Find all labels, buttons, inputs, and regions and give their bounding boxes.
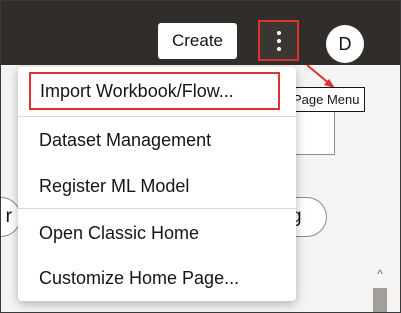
menu-item-import-workbook-flow[interactable]: Import Workbook/Flow... <box>29 72 280 110</box>
kebab-vertical-icon-dot <box>277 39 281 43</box>
menu-divider <box>18 208 296 209</box>
page-menu-dropdown: Import Workbook/Flow... Dataset Manageme… <box>18 67 296 301</box>
scrollbar-thumb[interactable] <box>373 288 387 312</box>
page-frame: Create D r g ^ Page Menu Import Workbook… <box>0 0 401 313</box>
menu-item-register-ml-model[interactable]: Register ML Model <box>18 163 296 209</box>
kebab-vertical-icon-dot <box>277 47 281 51</box>
background-pill-left-text: r <box>5 206 12 227</box>
create-button[interactable]: Create <box>158 23 237 59</box>
page-menu-tooltip: Page Menu <box>288 87 365 112</box>
kebab-vertical-icon <box>277 31 281 35</box>
menu-item-open-classic-home[interactable]: Open Classic Home <box>18 210 296 256</box>
menu-item-customize-home-page[interactable]: Customize Home Page... <box>18 255 296 301</box>
menu-item-dataset-management[interactable]: Dataset Management <box>18 117 296 163</box>
scroll-up-arrow-icon[interactable]: ^ <box>373 267 387 281</box>
